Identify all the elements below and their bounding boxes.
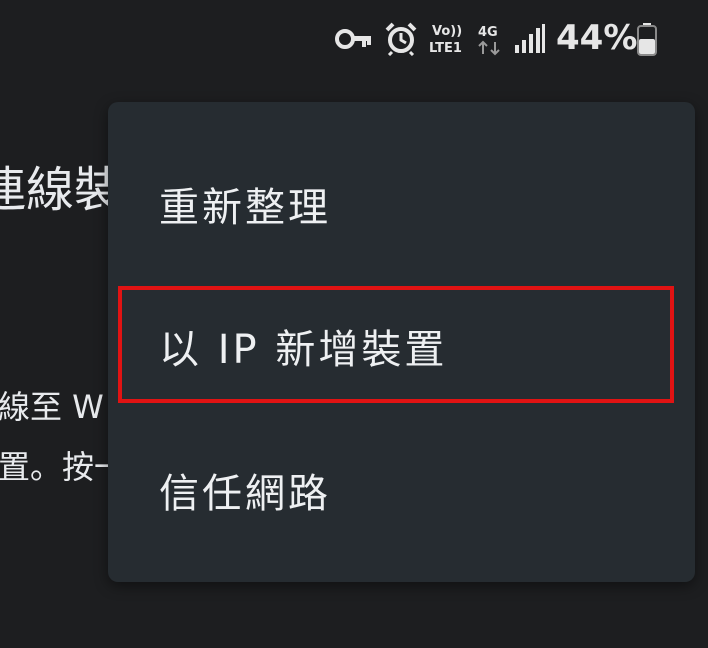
menu-item-label: 信任網路: [159, 471, 331, 517]
menu-item-label: 重新整理: [159, 185, 331, 231]
volte-label: Vo)): [432, 24, 462, 39]
status-bar: Vo)) LTE1 4G 44%: [0, 0, 708, 80]
menu-item-trusted-networks[interactable]: 信任網路: [108, 434, 695, 546]
lte1-label: LTE1: [429, 41, 462, 56]
battery-percentage: 44%: [556, 18, 638, 58]
page-description-line-1: 線至 W: [0, 388, 104, 426]
battery-icon: [636, 22, 658, 60]
menu-item-refresh[interactable]: 重新整理: [108, 148, 695, 260]
menu-item-label: 以 IP 新增裝置: [159, 327, 448, 373]
key-icon: [335, 28, 373, 54]
menu-item-add-device-by-ip[interactable]: 以 IP 新增裝置: [108, 290, 695, 402]
network-type-label: 4G: [478, 25, 498, 40]
network-4g-icon: 4G: [475, 22, 505, 62]
alarm-icon: [384, 22, 418, 60]
signal-icon: [514, 24, 546, 58]
volte-lte1-icon: Vo)) LTE1: [428, 22, 472, 62]
overflow-menu: 重新整理 以 IP 新增裝置 信任網路: [108, 102, 695, 582]
page-title: 連線裝: [0, 162, 123, 218]
